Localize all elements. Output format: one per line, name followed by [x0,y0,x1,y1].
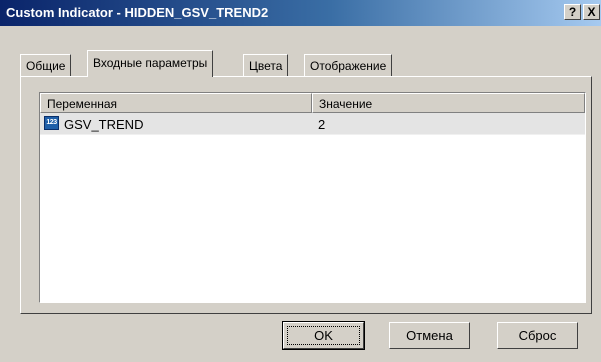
close-icon[interactable]: X [583,4,600,20]
parameters-list[interactable]: Переменная Значение 123 GSV_TREND 2 [39,92,586,303]
window-title: Custom Indicator - HIDDEN_GSV_TREND2 [6,5,269,20]
tab-display[interactable]: Отображение [304,54,393,76]
column-header-value[interactable]: Значение [312,93,585,113]
ok-button[interactable]: OK [282,321,365,350]
cancel-button[interactable]: Отмена [389,322,470,349]
reset-button[interactable]: Сброс [497,322,578,349]
param-value[interactable]: 2 [318,117,325,132]
integer-param-icon: 123 [44,116,59,130]
tab-general[interactable]: Общие [20,54,72,76]
param-name[interactable]: GSV_TREND [64,117,143,132]
tab-colors[interactable]: Цвета [243,54,289,76]
focus-rectangle [287,326,360,345]
table-row[interactable]: 123 GSV_TREND 2 [40,113,585,135]
tab-input-parameters[interactable]: Входные параметры [87,50,214,77]
title-bar[interactable]: Custom Indicator - HIDDEN_GSV_TREND2 ? X [0,0,601,26]
help-icon[interactable]: ? [564,4,581,20]
column-header-variable[interactable]: Переменная [40,93,312,113]
